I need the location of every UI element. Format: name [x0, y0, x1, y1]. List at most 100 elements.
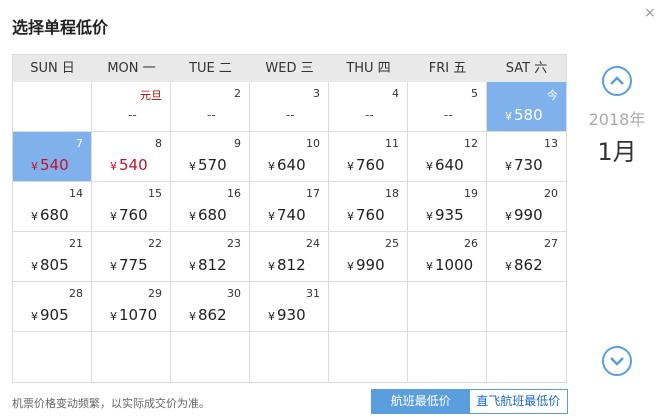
calendar-day[interactable]: 30 ¥862: [171, 282, 250, 332]
calendar-day[interactable]: 25 ¥990: [329, 232, 408, 282]
day-number: 9: [234, 137, 241, 150]
toggle-lowest-fare[interactable]: 航班最低价: [372, 390, 470, 413]
weekday-thu: THU 四: [346, 61, 391, 76]
day-number: 10: [306, 137, 320, 150]
day-price: ¥760: [347, 206, 385, 224]
calendar-day[interactable]: 17 ¥740: [250, 182, 329, 232]
currency-symbol: ¥: [347, 160, 354, 173]
calendar-day[interactable]: 2 --: [171, 82, 250, 132]
calendar-day[interactable]: 4 --: [329, 82, 408, 132]
day-price: ¥580: [505, 106, 543, 124]
close-icon[interactable]: ×: [644, 6, 656, 20]
price-value: 760: [356, 206, 385, 224]
calendar-day[interactable]: 16 ¥680: [171, 182, 250, 232]
calendar-day[interactable]: 13 ¥730: [487, 132, 566, 182]
calendar-day[interactable]: 11 ¥760: [329, 132, 408, 182]
calendar-day[interactable]: 21 ¥805: [13, 232, 92, 282]
calendar-day[interactable]: 5 --: [408, 82, 487, 132]
currency-symbol: ¥: [505, 160, 512, 173]
month-navigator: 2018年 1月: [583, 66, 651, 376]
price-value: 862: [198, 306, 227, 324]
day-number: 24: [306, 237, 320, 250]
calendar-day[interactable]: 元旦 --: [92, 82, 171, 132]
price-value: 760: [119, 206, 148, 224]
calendar-day[interactable]: 3 --: [250, 82, 329, 132]
price-disclaimer: 机票价格变动频繁，以实际成交价为准。: [12, 397, 210, 410]
weekday-fri: FRI 五: [428, 61, 467, 76]
calendar-day[interactable]: 29 ¥1070: [92, 282, 171, 332]
day-price: ¥570: [189, 156, 227, 174]
calendar-day[interactable]: 28 ¥905: [13, 282, 92, 332]
currency-symbol: ¥: [347, 210, 354, 223]
currency-symbol: ¥: [31, 160, 38, 173]
calendar-day[interactable]: 10 ¥640: [250, 132, 329, 182]
day-price: ¥680: [189, 206, 227, 224]
calendar-day[interactable]: 24 ¥812: [250, 232, 329, 282]
price-value: 812: [198, 256, 227, 274]
weekday-wed: WED 三: [265, 61, 314, 76]
no-price-placeholder: --: [365, 108, 374, 122]
toggle-direct-lowest-fare[interactable]: 直飞航班最低价: [469, 390, 567, 413]
no-price-placeholder: --: [444, 108, 453, 122]
price-value: 680: [40, 206, 69, 224]
day-number: 29: [148, 287, 162, 300]
currency-symbol: ¥: [31, 210, 38, 223]
day-price: ¥540: [110, 156, 148, 174]
currency-symbol: ¥: [110, 260, 117, 273]
price-value: 760: [356, 156, 385, 174]
weekday-tue: TUE 二: [189, 61, 232, 76]
calendar-day[interactable]: 15 ¥760: [92, 182, 171, 232]
day-number: 22: [148, 237, 162, 250]
day-price: ¥930: [268, 306, 306, 324]
day-number: 16: [227, 187, 241, 200]
calendar-day: [171, 332, 250, 382]
day-price: ¥640: [268, 156, 306, 174]
price-value: 1070: [119, 306, 158, 324]
currency-symbol: ¥: [505, 210, 512, 223]
calendar-day[interactable]: 20 ¥990: [487, 182, 566, 232]
calendar-day[interactable]: 23 ¥812: [171, 232, 250, 282]
currency-symbol: ¥: [31, 260, 38, 273]
currency-symbol: ¥: [189, 160, 196, 173]
price-value: 775: [119, 256, 148, 274]
day-number: 20: [544, 187, 558, 200]
day-price: ¥740: [268, 206, 306, 224]
calendar-day[interactable]: 8 ¥540: [92, 132, 171, 182]
day-price: ¥812: [189, 256, 227, 274]
calendar-day[interactable]: 31 ¥930: [250, 282, 329, 332]
day-number: 26: [464, 237, 478, 250]
currency-symbol: ¥: [268, 310, 275, 323]
day-price: ¥935: [426, 206, 464, 224]
day-grid: 元旦 -- 2 -- 3 -- 4 -- 5 -- 今 ¥580 7 ¥540 8 ¥540 9 ¥570 10 ¥6…: [13, 82, 566, 382]
day-price: ¥1070: [110, 306, 157, 324]
calendar-day[interactable]: 14 ¥680: [13, 182, 92, 232]
calendar-day[interactable]: 19 ¥935: [408, 182, 487, 232]
day-price: ¥805: [31, 256, 69, 274]
price-value: 540: [40, 156, 69, 174]
currency-symbol: ¥: [505, 110, 512, 123]
price-value: 990: [514, 206, 543, 224]
calendar-day[interactable]: 22 ¥775: [92, 232, 171, 282]
weekday-mon: MON 一: [107, 61, 156, 76]
day-price: ¥812: [268, 256, 306, 274]
chevron-up-icon[interactable]: [602, 66, 632, 96]
day-number: 23: [227, 237, 241, 250]
price-mode-toggle: 航班最低价 直飞航班最低价: [371, 389, 568, 414]
no-price-placeholder: --: [128, 108, 137, 122]
calendar-day[interactable]: 18 ¥760: [329, 182, 408, 232]
calendar-day[interactable]: 今 ¥580: [487, 82, 566, 132]
chevron-down-icon[interactable]: [602, 346, 632, 376]
calendar-day[interactable]: 9 ¥570: [171, 132, 250, 182]
day-number: 25: [385, 237, 399, 250]
calendar-day[interactable]: 12 ¥640: [408, 132, 487, 182]
day-number: 18: [385, 187, 399, 200]
calendar-day: [92, 332, 171, 382]
calendar-day[interactable]: 27 ¥862: [487, 232, 566, 282]
calendar-day: [329, 282, 408, 332]
day-number: 13: [544, 137, 558, 150]
day-number: 17: [306, 187, 320, 200]
calendar-day[interactable]: 7 ¥540: [13, 132, 92, 182]
currency-symbol: ¥: [31, 310, 38, 323]
day-number: 4: [392, 87, 399, 100]
calendar-day[interactable]: 26 ¥1000: [408, 232, 487, 282]
